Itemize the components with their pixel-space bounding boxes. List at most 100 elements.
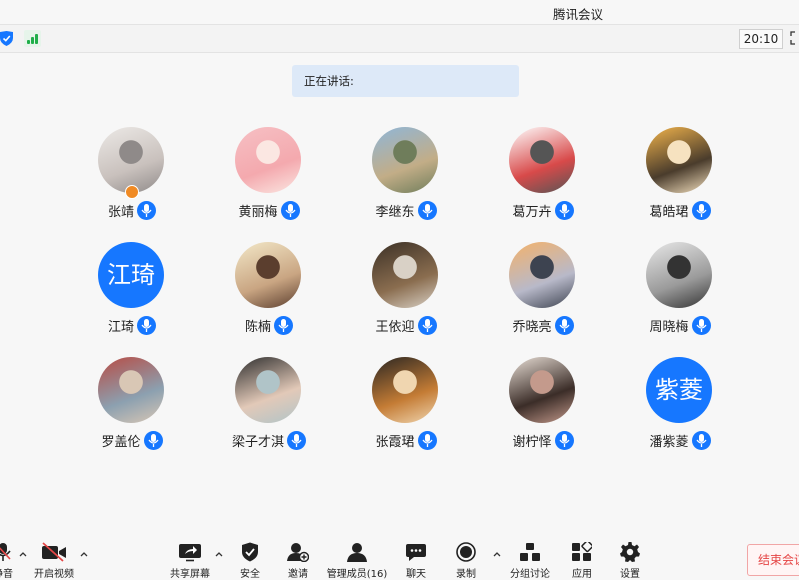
apps-icon <box>572 542 592 561</box>
participant-tile[interactable]: 葛皓珺 <box>625 127 735 239</box>
members-icon <box>347 543 367 562</box>
microphone-icon <box>691 201 711 220</box>
mute-button[interactable]: 静音 <box>0 536 14 580</box>
microphone-icon <box>554 201 574 220</box>
participant-tile[interactable]: 张靖 <box>77 127 187 239</box>
security-button[interactable]: 安全 <box>232 536 268 580</box>
participant-name: 葛皓珺 <box>649 205 689 220</box>
microphone-icon <box>0 543 11 561</box>
signal-icon[interactable] <box>24 30 41 47</box>
participant-tile[interactable]: 谢柠怿 <box>488 357 598 469</box>
participant-name-row: 李继东 <box>351 200 461 220</box>
participant-tile[interactable]: 黄丽梅 <box>214 127 324 239</box>
avatar <box>372 127 438 193</box>
avatar <box>235 127 301 193</box>
mute-options-chevron-icon[interactable] <box>18 549 28 559</box>
video-off-icon <box>42 542 66 562</box>
avatar: 江琦 <box>98 242 164 308</box>
participant-tile[interactable]: 江琦 江琦 <box>77 242 187 354</box>
avatar <box>235 242 301 308</box>
participant-name-row: 张霞珺 <box>351 430 461 450</box>
manage-members-button[interactable]: 管理成员(16) <box>324 536 390 580</box>
participant-name-row: 江琦 <box>77 315 187 335</box>
microphone-icon <box>143 431 163 450</box>
shield-icon[interactable] <box>0 31 13 46</box>
microphone-icon <box>417 201 437 220</box>
shield-icon <box>242 542 258 562</box>
participant-name: 王依迎 <box>375 320 415 335</box>
start-video-button[interactable]: 开启视频 <box>32 536 76 580</box>
microphone-icon <box>280 201 300 220</box>
participant-tile[interactable]: 李继东 <box>351 127 461 239</box>
settings-button[interactable]: 设置 <box>614 536 646 580</box>
gear-icon <box>620 542 640 562</box>
participant-name: 江琦 <box>107 320 134 335</box>
share-screen-icon <box>179 544 201 562</box>
participant-tile[interactable]: 王依迎 <box>351 242 461 354</box>
participant-tile[interactable]: 罗盖伦 <box>77 357 187 469</box>
microphone-icon <box>287 431 306 450</box>
participant-name: 张靖 <box>107 205 134 220</box>
add-user-icon <box>287 543 309 562</box>
avatar <box>98 357 164 423</box>
fullscreen-icon[interactable] <box>790 31 799 45</box>
microphone-icon <box>554 431 574 450</box>
participant-name: 乔晓亮 <box>512 320 552 335</box>
participant-name-row: 乔晓亮 <box>488 315 598 335</box>
avatar <box>509 127 575 193</box>
participant-name: 周晓梅 <box>649 320 689 335</box>
breakout-rooms-button[interactable]: 分组讨论 <box>508 536 552 580</box>
record-icon <box>456 542 476 562</box>
avatar <box>372 357 438 423</box>
participant-tile[interactable]: 梁子才淇 <box>214 357 324 469</box>
participant-name: 梁子才淇 <box>231 435 284 450</box>
invite-button[interactable]: 邀请 <box>280 536 316 580</box>
avatar <box>509 242 575 308</box>
host-badge-icon <box>125 185 139 199</box>
participant-tile[interactable]: 紫菱 潘紫菱 <box>625 357 735 469</box>
participant-tile[interactable]: 葛万卉 <box>488 127 598 239</box>
status-bar: 20:10 <box>0 24 799 53</box>
meeting-timer: 20:10 <box>739 29 783 49</box>
microphone-icon <box>137 201 156 220</box>
participant-name-row: 黄丽梅 <box>214 200 324 220</box>
avatar: 紫菱 <box>646 357 712 423</box>
record-options-chevron-icon[interactable] <box>492 549 502 559</box>
participant-name-row: 周晓梅 <box>625 315 735 335</box>
avatar <box>235 357 301 423</box>
end-meeting-button[interactable]: 结束会议 <box>747 544 799 576</box>
participant-tile[interactable]: 周晓梅 <box>625 242 735 354</box>
record-button[interactable]: 录制 <box>448 536 484 580</box>
apps-button[interactable]: 应用 <box>566 536 598 580</box>
microphone-icon <box>137 316 156 335</box>
participant-name: 罗盖伦 <box>101 435 141 450</box>
chat-icon <box>406 544 426 561</box>
participant-tile[interactable]: 乔晓亮 <box>488 242 598 354</box>
avatar <box>509 357 575 423</box>
microphone-icon <box>691 431 711 450</box>
participant-name-row: 葛万卉 <box>488 200 598 220</box>
share-screen-button[interactable]: 共享屏幕 <box>168 536 212 580</box>
breakout-icon <box>520 543 540 561</box>
participant-name-row: 张靖 <box>77 200 187 220</box>
participant-tile[interactable]: 张霞珺 <box>351 357 461 469</box>
title-bar: 腾讯会议 <box>0 0 799 24</box>
microphone-icon <box>274 316 293 335</box>
video-options-chevron-icon[interactable] <box>79 549 89 559</box>
participant-name-row: 陈楠 <box>214 315 324 335</box>
participant-name-row: 罗盖伦 <box>77 430 187 450</box>
share-options-chevron-icon[interactable] <box>214 549 224 559</box>
avatar <box>646 127 712 193</box>
avatar <box>372 242 438 308</box>
microphone-icon <box>691 316 711 335</box>
chat-button[interactable]: 聊天 <box>398 536 434 580</box>
participant-name-row: 谢柠怿 <box>488 430 598 450</box>
participant-name: 张霞珺 <box>375 435 415 450</box>
participant-name-row: 梁子才淇 <box>214 430 324 450</box>
participant-name: 黄丽梅 <box>238 205 278 220</box>
participant-tile[interactable]: 陈楠 <box>214 242 324 354</box>
participant-name-row: 葛皓珺 <box>625 200 735 220</box>
participant-name: 潘紫菱 <box>649 435 689 450</box>
microphone-icon <box>554 316 574 335</box>
participant-name-row: 王依迎 <box>351 315 461 335</box>
